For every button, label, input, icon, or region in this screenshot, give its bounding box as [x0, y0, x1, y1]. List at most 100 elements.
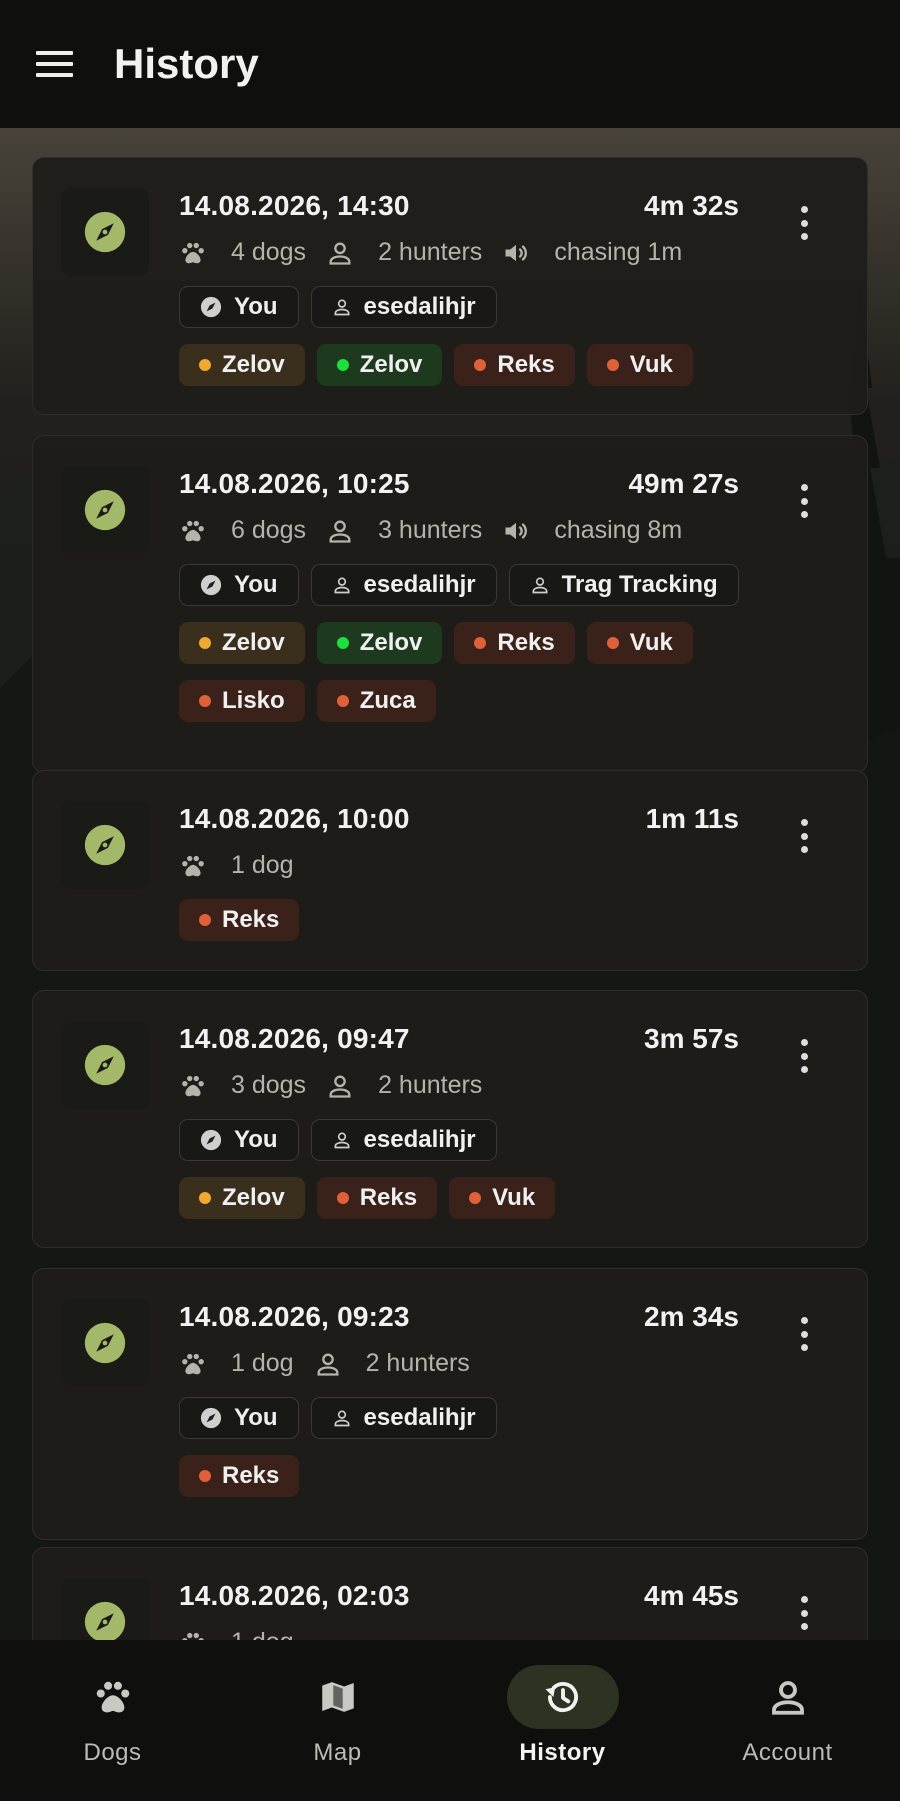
session-stats: 6 dogs 3 hunters chasing 8m [179, 516, 702, 545]
status-dot [199, 359, 211, 371]
stat-item: 6 dogs [179, 516, 306, 545]
hunter-chip[interactable]: esedalihjr [310, 1119, 497, 1161]
hunters-row: You esedalihjr [179, 286, 509, 328]
person-icon [332, 575, 364, 595]
more-options-icon[interactable] [799, 1596, 809, 1630]
hunter-name: You [234, 571, 278, 598]
history-card[interactable]: 14.08.2026, 14:30 4m 32s 4 dogs 2 hunters ch… [32, 157, 868, 415]
stat-text: 2 hunters [378, 1071, 483, 1099]
compass-small-icon [200, 574, 234, 596]
paw-icon [179, 852, 219, 880]
history-card[interactable]: 14.08.2026, 10:25 49m 27s 6 dogs 3 hunters c… [32, 435, 868, 773]
dog-chip[interactable]: Vuk [449, 1177, 556, 1219]
person-icon [314, 1350, 354, 1378]
app-bar: History [0, 0, 900, 128]
compass-icon [61, 466, 149, 554]
session-date: 14.08.2026, 14:30 [179, 190, 410, 221]
more-options-icon[interactable] [799, 1039, 809, 1073]
dog-chip[interactable]: Reks [316, 1177, 438, 1219]
map-icon [282, 1665, 394, 1729]
status-dot [199, 695, 211, 707]
dogs-row: Zelov Zelov Reks Vuk [179, 344, 705, 386]
hunter-chip[interactable]: You [179, 1119, 299, 1161]
person-icon [332, 1130, 364, 1150]
status-dot [336, 695, 349, 707]
compass-icon [61, 188, 149, 276]
status-dot [336, 359, 349, 371]
nav-account[interactable]: Account [675, 1640, 900, 1801]
dog-chip[interactable]: Vuk [586, 344, 693, 386]
dog-chip[interactable]: Zelov [179, 622, 305, 664]
dog-chip[interactable]: Vuk [586, 622, 693, 664]
person-icon [326, 1072, 366, 1100]
hunters-row: You esedalihjr Trag Tracking [179, 564, 751, 606]
account-icon [732, 1665, 844, 1729]
dog-chip[interactable]: Reks [454, 622, 575, 664]
stat-item: 2 hunters [314, 1349, 470, 1378]
stat-text: 4 dogs [231, 238, 307, 266]
more-options-icon[interactable] [799, 206, 809, 240]
hunter-chip[interactable]: You [179, 1397, 299, 1439]
hunter-chip[interactable]: esedalihjr [310, 286, 497, 328]
stat-text: 3 hunters [378, 516, 483, 544]
stat-item: chasing 8m [502, 516, 682, 545]
nav-label: History [519, 1739, 606, 1766]
dog-chip[interactable]: Zelov [316, 622, 443, 664]
session-duration: 2m 34s [644, 1301, 739, 1332]
session-date: 14.08.2026, 10:00 [179, 803, 410, 834]
history-card[interactable]: 14.08.2026, 10:00 1m 11s 1 dog Reks [32, 770, 868, 971]
hunter-chip[interactable]: Trag Tracking [508, 564, 739, 606]
hunter-chip[interactable]: You [179, 564, 299, 606]
dog-name: Zelov [222, 629, 285, 656]
hunter-name: esedalihjr [363, 1404, 476, 1431]
hunter-chip[interactable]: You [179, 286, 299, 328]
menu-icon[interactable] [36, 44, 76, 84]
dog-chip[interactable]: Zuca [316, 680, 436, 722]
session-stats: 1 dog [179, 851, 314, 880]
person-icon [332, 1408, 364, 1428]
history-icon [506, 1665, 619, 1729]
compass-small-icon [200, 1129, 234, 1151]
person-icon [326, 517, 366, 545]
dogs-row: Reks [179, 1455, 311, 1497]
hunter-chip[interactable]: esedalihjr [310, 564, 497, 606]
person-icon [332, 297, 364, 317]
status-dot [474, 359, 487, 371]
paw-icon [57, 1665, 169, 1729]
nav-history[interactable]: History [450, 1640, 675, 1801]
session-date: 14.08.2026, 09:23 [179, 1301, 410, 1332]
paw-icon [179, 239, 219, 267]
more-options-icon[interactable] [799, 1317, 809, 1351]
stat-item: 1 dog [179, 851, 294, 880]
bottom-navigation: Dogs Map History Account [0, 1640, 900, 1801]
history-card[interactable]: 14.08.2026, 09:47 3m 57s 3 dogs 2 hunters Yo… [32, 990, 868, 1248]
dog-chip[interactable]: Reks [454, 344, 575, 386]
dog-name: Vuk [629, 351, 673, 378]
history-card[interactable]: 14.08.2026, 09:23 2m 34s 1 dog 2 hunters You… [32, 1268, 868, 1540]
dog-name: Reks [222, 1462, 280, 1489]
status-dot [336, 637, 349, 649]
dog-name: Reks [497, 629, 555, 656]
dog-chip[interactable]: Lisko [179, 680, 305, 722]
status-dot [606, 637, 619, 649]
dog-name: Zuca [359, 687, 416, 714]
dog-chip[interactable]: Zelov [179, 344, 305, 386]
session-duration: 4m 45s [644, 1580, 739, 1611]
dog-name: Reks [359, 1184, 418, 1211]
stat-text: 1 dog [231, 851, 294, 879]
speaker-icon [502, 239, 542, 267]
nav-map[interactable]: Map [225, 1640, 450, 1801]
hunter-chip[interactable]: esedalihjr [310, 1397, 497, 1439]
compass-icon [61, 1021, 149, 1109]
dog-chip[interactable]: Reks [179, 899, 300, 941]
paw-icon [179, 1072, 219, 1100]
dog-chip[interactable]: Reks [179, 1455, 300, 1497]
stat-item: 3 hunters [326, 516, 482, 545]
dog-chip[interactable]: Zelov [179, 1177, 305, 1219]
session-date: 14.08.2026, 10:25 [179, 468, 410, 499]
nav-dogs[interactable]: Dogs [0, 1640, 225, 1801]
more-options-icon[interactable] [799, 484, 809, 518]
status-dot [469, 1192, 482, 1204]
dog-chip[interactable]: Zelov [316, 344, 443, 386]
more-options-icon[interactable] [799, 819, 809, 853]
